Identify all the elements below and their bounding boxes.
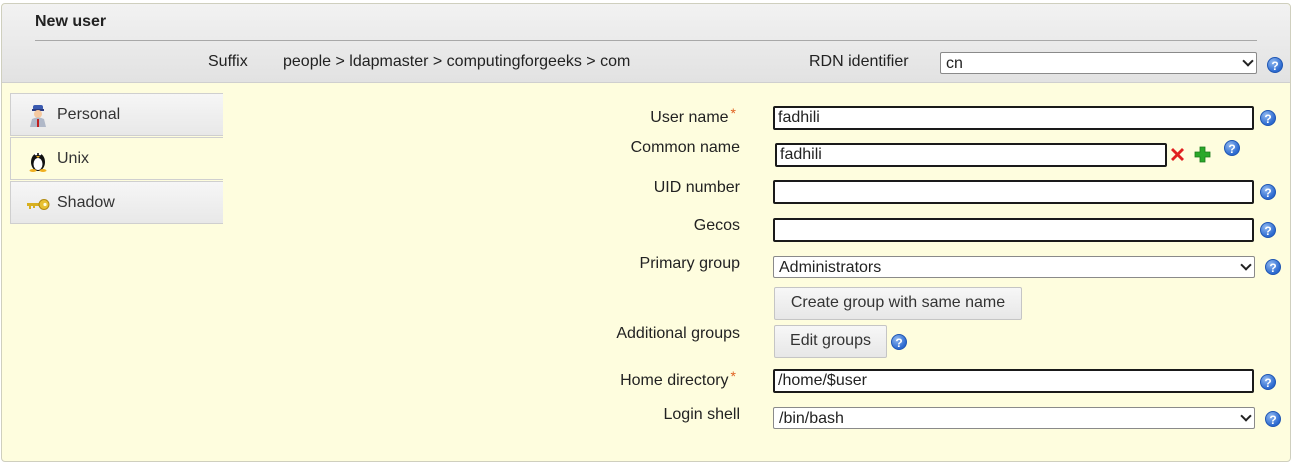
chevron-down-icon [1240,259,1252,271]
required-asterisk: * [730,368,736,384]
chevron-down-icon [1240,410,1252,422]
common-name-label: Common name [630,139,740,156]
rdn-identifier-label: RDN identifier [809,53,909,70]
header-divider [35,40,1257,41]
rdn-identifier-select[interactable]: cn [940,52,1257,74]
primary-group-select[interactable]: Administrators [773,256,1255,278]
tux-penguin-icon [26,148,50,172]
help-icon[interactable]: ? [1260,222,1276,238]
required-asterisk: * [730,105,736,121]
page-title: New user [35,13,107,30]
help-icon[interactable]: ? [1260,374,1276,390]
tab-unix-label: Unix [57,150,90,167]
gecos-label: Gecos [693,217,740,234]
tab-shadow[interactable]: Shadow [10,181,223,224]
additional-groups-label: Additional groups [616,325,740,342]
key-icon [26,192,50,216]
chevron-down-icon [1242,55,1254,67]
help-icon[interactable]: ? [1265,411,1281,427]
suffix-value: people > ldapmaster > computingforgeeks … [283,53,631,70]
common-name-input[interactable]: fadhili [775,143,1167,167]
user-name-input[interactable]: fadhili [773,106,1254,130]
person-icon [26,104,50,128]
edit-groups-button[interactable]: Edit groups [774,325,887,358]
primary-group-label: Primary group [639,255,740,272]
help-icon[interactable]: ? [1260,184,1276,200]
suffix-label: Suffix [208,53,248,70]
login-shell-select[interactable]: /bin/bash [773,407,1255,429]
primary-group-value: Administrators [779,259,882,276]
uid-number-label: UID number [653,179,740,196]
rdn-identifier-value: cn [946,55,963,72]
user-name-label: User name * [436,105,736,127]
help-icon[interactable]: ? [1265,259,1281,275]
remove-icon[interactable] [1169,146,1186,163]
home-directory-label: Home directory * [436,368,736,390]
help-icon[interactable]: ? [1260,110,1276,126]
gecos-input[interactable] [773,218,1254,242]
tab-unix[interactable]: Unix [10,137,223,180]
add-icon[interactable] [1194,146,1211,163]
home-directory-label-text: Home directory [620,372,729,389]
tab-personal[interactable]: Personal [10,93,223,136]
help-icon[interactable]: ? [1267,57,1283,73]
tab-personal-label: Personal [57,106,121,123]
create-group-button[interactable]: Create group with same name [774,287,1022,320]
uid-number-input[interactable] [773,180,1254,204]
login-shell-label: Login shell [663,406,741,423]
help-icon[interactable]: ? [1224,140,1240,156]
home-directory-input[interactable]: /home/$user [773,369,1254,393]
login-shell-value: /bin/bash [779,410,844,427]
user-name-label-text: User name [650,109,729,126]
help-icon[interactable]: ? [891,334,907,350]
tab-list: Personal Unix Shadow [5,88,223,228]
tab-shadow-label: Shadow [57,194,115,211]
